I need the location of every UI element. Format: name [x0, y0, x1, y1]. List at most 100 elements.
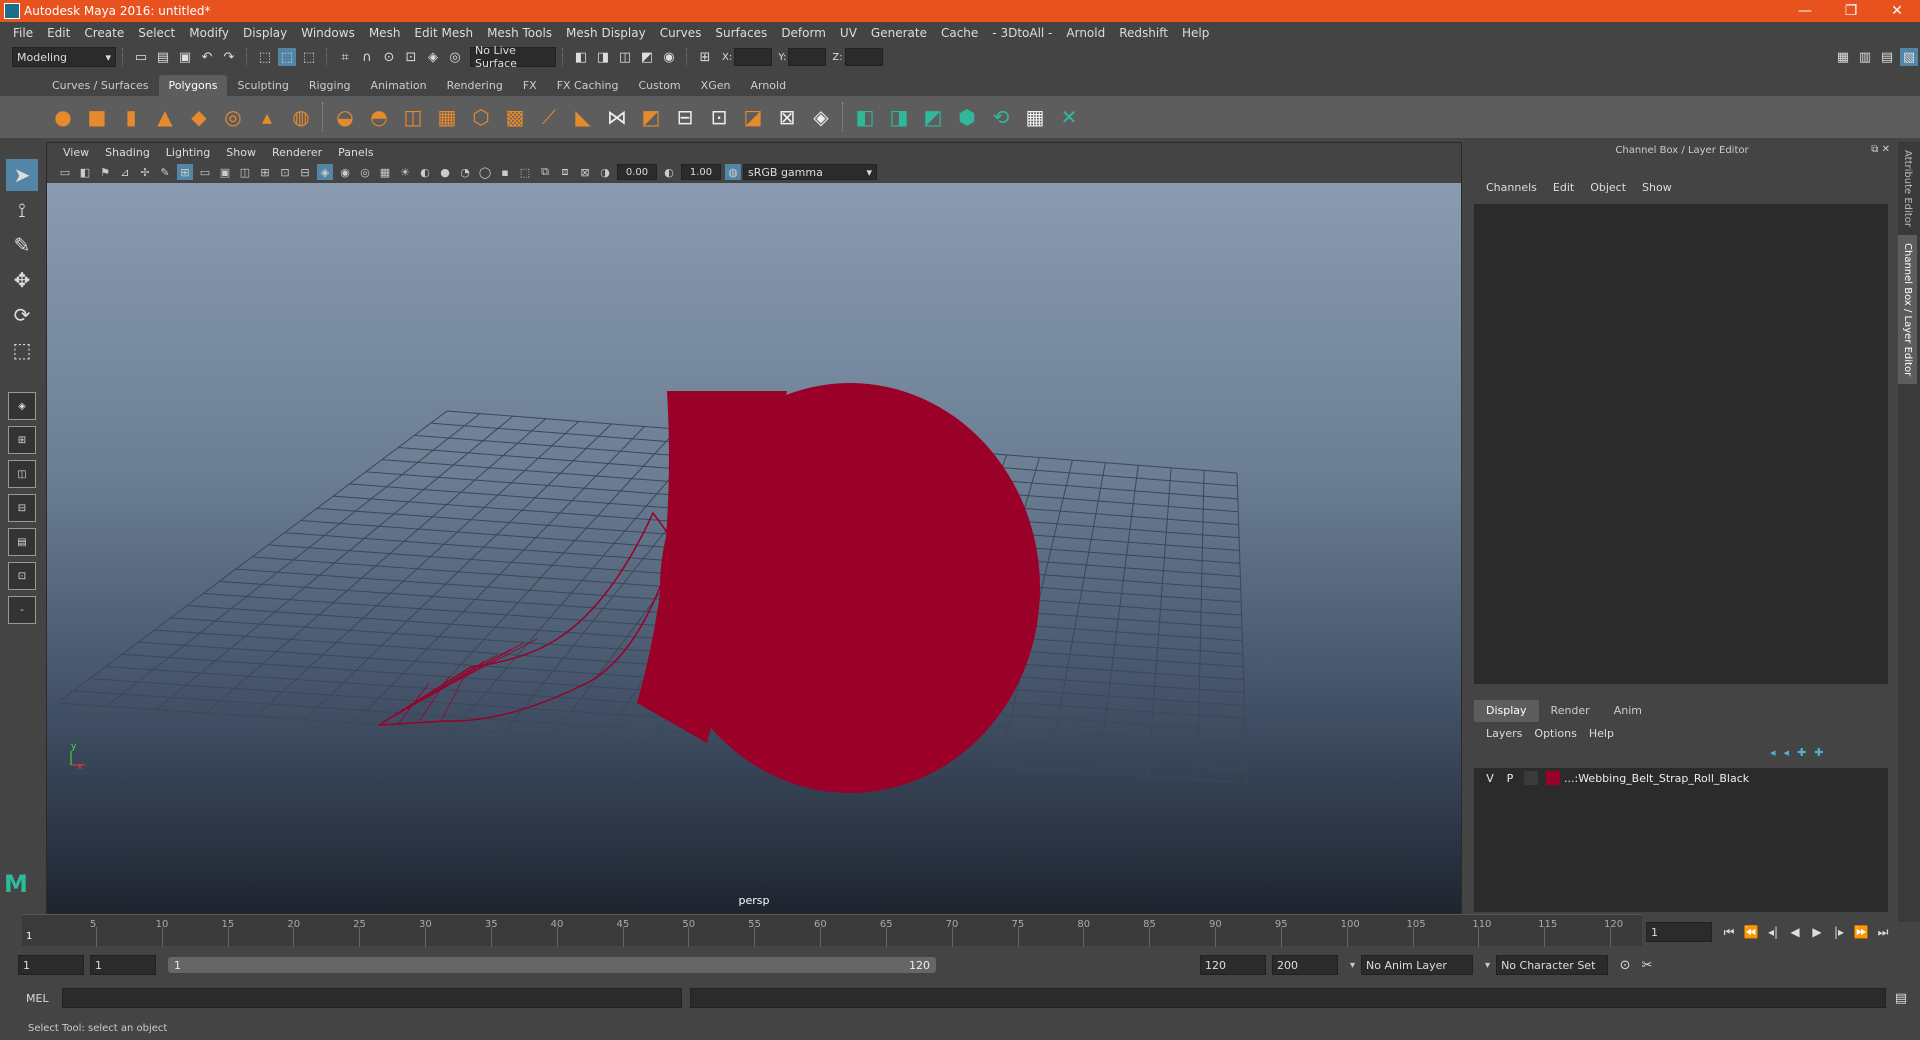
safe-action-icon[interactable]: ⊡ [277, 164, 293, 180]
camera-attributes-icon[interactable]: ◧ [77, 164, 93, 180]
playback-end-field[interactable]: 120 [1200, 955, 1266, 975]
lasso-tool-icon[interactable]: ⟟ [6, 194, 38, 226]
layer-visibility-toggle[interactable]: V [1480, 772, 1500, 785]
ipr-render-icon[interactable]: ◨ [594, 48, 612, 66]
shelf-tab-fx[interactable]: FX [513, 75, 547, 96]
shelf-tab-rigging[interactable]: Rigging [299, 75, 361, 96]
shadows-icon[interactable]: ◐ [417, 164, 433, 180]
scene-canvas[interactable]: x y [47, 183, 1461, 913]
step-back-frame-icon[interactable]: ◂| [1762, 922, 1784, 942]
extrude-icon[interactable]: ▩ [501, 103, 529, 131]
poly-cube-icon[interactable]: ■ [83, 103, 111, 131]
layer-menu-options[interactable]: Options [1528, 727, 1582, 740]
new-layer-selected-icon[interactable]: ✚ [1814, 746, 1823, 759]
color-management-icon[interactable]: ◍ [725, 164, 741, 180]
sew-uv-icon[interactable]: ◩ [919, 103, 947, 131]
grid-icon[interactable]: ⊞ [177, 164, 193, 180]
menu-select[interactable]: Select [131, 26, 182, 40]
xray-joints-icon[interactable]: ⧈ [557, 164, 573, 180]
menuset-dropdown[interactable]: Modeling ▾ [12, 47, 116, 67]
single-pane-layout-icon[interactable]: ◈ [8, 392, 36, 420]
step-forward-frame-icon[interactable]: |▸ [1828, 922, 1850, 942]
uv-editor-icon[interactable]: ◧ [851, 103, 879, 131]
menu-help[interactable]: Help [1175, 26, 1216, 40]
layer-menu-help[interactable]: Help [1583, 727, 1620, 740]
resolution-gate-icon[interactable]: ▣ [217, 164, 233, 180]
modeling-toolkit-icon[interactable]: ▦ [1834, 48, 1852, 66]
step-back-key-icon[interactable]: ⏪ [1740, 922, 1762, 942]
select-hierarchy-icon[interactable]: ⬚ [256, 48, 274, 66]
channel-box-icon[interactable]: ▧ [1900, 48, 1918, 66]
symmetry-icon[interactable]: ✕ [1055, 103, 1083, 131]
render-view-icon[interactable]: ◉ [660, 48, 678, 66]
menu-mesh-display[interactable]: Mesh Display [559, 26, 653, 40]
field-chart-icon[interactable]: ⊞ [257, 164, 273, 180]
menu-edit-mesh[interactable]: Edit Mesh [407, 26, 480, 40]
layout-uv-icon[interactable]: ⟲ [987, 103, 1015, 131]
snap-live-icon[interactable]: ◎ [446, 48, 464, 66]
new-empty-layer-icon[interactable]: ✚ [1797, 746, 1806, 759]
restore-button[interactable]: ❐ [1828, 0, 1874, 22]
anti-aliasing-icon[interactable]: ◯ [477, 164, 493, 180]
layer-color-swatch[interactable] [1546, 771, 1560, 785]
snap-grid-icon[interactable]: ⌗ [336, 48, 354, 66]
boolean-icon[interactable]: ⬡ [467, 103, 495, 131]
poly-pipe-icon[interactable]: ◍ [287, 103, 315, 131]
open-scene-icon[interactable]: ▤ [154, 48, 172, 66]
viewport-menu-show[interactable]: Show [218, 146, 264, 159]
use-lights-icon[interactable]: ☀ [397, 164, 413, 180]
move-layer-up-icon[interactable]: ◂ [1770, 746, 1776, 759]
snap-surface-icon[interactable]: ◈ [424, 48, 442, 66]
wireframe-on-shaded-icon[interactable]: ◎ [357, 164, 373, 180]
go-to-start-icon[interactable]: ⏮ [1718, 922, 1740, 942]
menu-windows[interactable]: Windows [294, 26, 362, 40]
shelf-tab-custom[interactable]: Custom [629, 75, 691, 96]
menu-file[interactable]: File [6, 26, 40, 40]
shelf-tab-xgen[interactable]: XGen [691, 75, 741, 96]
menu-mesh[interactable]: Mesh [362, 26, 408, 40]
motion-blur-icon[interactable]: ◔ [457, 164, 473, 180]
move-tool-icon[interactable]: ✥ [6, 264, 38, 296]
shelf-tab-arnold[interactable]: Arnold [740, 75, 796, 96]
current-frame-field[interactable]: 1 [1646, 922, 1712, 942]
film-gate-icon[interactable]: ▭ [197, 164, 213, 180]
shelf-tab-curves-surfaces[interactable]: Curves / Surfaces [42, 75, 159, 96]
scale-tool-icon[interactable]: ⬚ [6, 334, 38, 366]
hypershade-icon[interactable]: ◩ [638, 48, 656, 66]
layer-row[interactable]: V P ...:Webbing_Belt_Strap_Roll_Black [1474, 768, 1888, 788]
bridge-icon[interactable]: ⟋ [535, 103, 563, 131]
transform-mode-icon[interactable]: ⊞ [696, 48, 714, 66]
xray-icon[interactable]: ⧉ [537, 164, 553, 180]
planar-mapping-icon[interactable]: ⊠ [773, 103, 801, 131]
gamma-field[interactable]: 1.00 [681, 164, 721, 180]
separate-icon[interactable]: ◓ [365, 103, 393, 131]
poly-cone-icon[interactable]: ▲ [151, 103, 179, 131]
snap-view-icon[interactable]: ⊡ [402, 48, 420, 66]
insert-edge-loop-icon[interactable]: ⊟ [671, 103, 699, 131]
automatic-mapping-icon[interactable]: ◈ [807, 103, 835, 131]
select-object-icon[interactable]: ⬚ [278, 48, 296, 66]
gate-mask-icon[interactable]: ◫ [237, 164, 253, 180]
offset-edge-loop-icon[interactable]: ⊡ [705, 103, 733, 131]
hypershade-layout-icon[interactable]: ⊡ [8, 562, 36, 590]
mel-label[interactable]: MEL [26, 992, 62, 1005]
attribute-editor-icon[interactable]: ▥ [1856, 48, 1874, 66]
x-field[interactable] [734, 48, 773, 66]
menu-modify[interactable]: Modify [182, 26, 236, 40]
minimize-button[interactable]: — [1782, 0, 1828, 22]
side-tab-channel-box[interactable]: Channel Box / Layer Editor [1898, 234, 1917, 385]
viewport-menu-renderer[interactable]: Renderer [264, 146, 330, 159]
anim-prefs-icon[interactable]: ✂ [1638, 956, 1656, 974]
viewport-menu-shading[interactable]: Shading [97, 146, 158, 159]
depth-of-field-icon[interactable]: ▪ [497, 164, 513, 180]
select-component-icon[interactable]: ⬚ [300, 48, 318, 66]
close-button[interactable]: ✕ [1874, 0, 1920, 22]
move-layer-down-icon[interactable]: ◂ [1784, 746, 1790, 759]
mirror-icon[interactable]: ◫ [399, 103, 427, 131]
layer-display-type[interactable] [1524, 771, 1538, 785]
menu-deform[interactable]: Deform [774, 26, 833, 40]
target-weld-icon[interactable]: ◩ [637, 103, 665, 131]
viewport-menu-panels[interactable]: Panels [330, 146, 381, 159]
channel-box-body[interactable] [1474, 204, 1888, 684]
redo-icon[interactable]: ↷ [220, 48, 238, 66]
